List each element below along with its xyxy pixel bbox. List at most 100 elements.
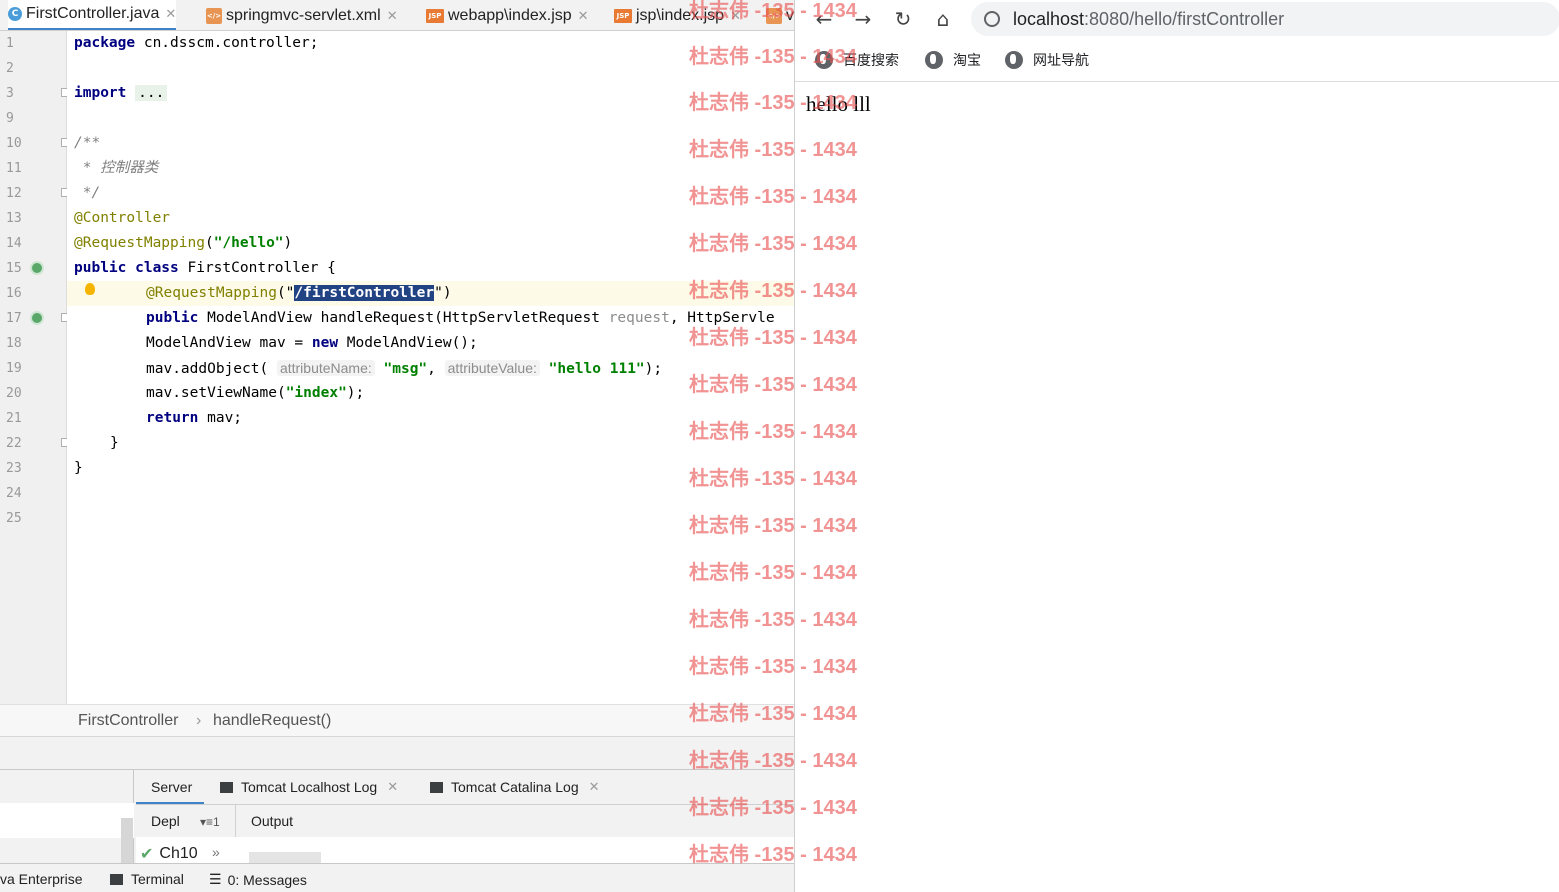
browser-toolbar: ← → ↻ ⌂ localhost:8080/hello/firstContro… (795, 0, 1559, 40)
reload-icon[interactable]: ↻ (890, 7, 916, 33)
tab-tomcat-catalina-log[interactable]: Tomcat Catalina Log ✕ (430, 779, 600, 795)
services-tree-pane (0, 770, 134, 864)
lightbulb-icon[interactable] (85, 283, 95, 295)
breadcrumb-class[interactable]: FirstController (78, 712, 178, 730)
tab-jsp-index-jsp[interactable]: JSP jsp\index.jsp ✕ (614, 0, 741, 30)
artifact-item[interactable]: ✔ Ch10 (140, 844, 198, 864)
tab-label: FirstController.java (26, 5, 160, 22)
tab-tomcat-localhost-log[interactable]: Tomcat Localhost Log ✕ (220, 779, 398, 795)
site-info-icon[interactable] (984, 11, 1000, 27)
code-editor[interactable]: package cn.dsscm.controller; import ... … (67, 31, 794, 704)
code-line-17: public ModelAndView handleRequest(HttpSe… (146, 310, 775, 326)
terminal-tool[interactable]: Terminal (110, 871, 184, 887)
ide-window: C FirstController.java ✕ </> springmvc-s… (0, 0, 794, 892)
line-number: 2 (6, 61, 14, 76)
code-line-21: return mav; (146, 410, 243, 426)
tab-springmvc-servlet-xml[interactable]: </> springmvc-servlet.xml ✕ (206, 0, 398, 30)
output-row (136, 837, 794, 864)
scrollbar[interactable] (121, 818, 133, 864)
tab-label: springmvc-servlet.xml (226, 6, 381, 24)
address-bar[interactable]: localhost:8080/hello/firstController (971, 2, 1559, 36)
back-icon[interactable]: ← (811, 7, 837, 33)
tab-webapp-index-jsp[interactable]: JSP webapp\index.jsp ✕ (426, 0, 589, 30)
close-icon[interactable]: ✕ (578, 8, 589, 24)
globe-icon (815, 51, 833, 69)
line-number: 19 (6, 361, 22, 376)
expand-more-icon[interactable]: » (212, 844, 220, 860)
code-line-19: mav.addObject( attributeName: "msg", att… (146, 360, 663, 377)
globe-icon (1005, 51, 1023, 69)
xml-file-icon: </> (206, 7, 222, 24)
line-number: 16 (6, 286, 22, 301)
tab-label: v (786, 6, 794, 24)
code-line-3: import ... (74, 81, 168, 106)
close-icon[interactable]: ✕ (589, 779, 600, 795)
chevron-right-icon: › (196, 712, 202, 729)
breadcrumb-method[interactable]: handleRequest() (213, 712, 331, 730)
code-line-18: ModelAndView mav = new ModelAndView(); (146, 335, 478, 351)
code-line-10: /** (74, 135, 101, 151)
bookmark-nav[interactable]: 网址导航 (1005, 50, 1089, 70)
editor-gutter: 1 2 3 9 10 11 12 13 14 15 16 17 18 19 20… (0, 31, 70, 704)
line-number: 18 (6, 336, 22, 351)
selected-text: /firstController (294, 285, 435, 301)
folded-imports[interactable]: ... (135, 85, 168, 101)
code-line-14: @RequestMapping("/hello") (74, 235, 293, 251)
line-number: 13 (6, 211, 22, 226)
bookmark-baidu[interactable]: 百度搜索 (815, 50, 899, 70)
jsp-file-icon: JSP (614, 8, 632, 23)
close-icon[interactable]: ✕ (730, 8, 741, 24)
tool-window-bar: va Enterprise Terminal ☰ 0: Messages (0, 863, 794, 892)
xml-file-icon: </> (766, 7, 782, 24)
code-line-13: @Controller (74, 210, 171, 226)
bookmark-taobao[interactable]: 淘宝 (925, 50, 981, 70)
messages-icon: ☰ (209, 871, 222, 887)
close-icon[interactable]: ✕ (165, 6, 176, 22)
url-text[interactable]: localhost:8080/hello/firstController (1013, 9, 1284, 30)
home-icon[interactable]: ⌂ (930, 7, 956, 33)
java-enterprise-tool[interactable]: va Enterprise (0, 871, 82, 887)
line-number: 24 (6, 486, 22, 501)
line-number: 1 (6, 36, 14, 51)
console-icon (220, 781, 233, 793)
line-number: 3 (6, 86, 14, 101)
code-line-12: */ (74, 185, 101, 201)
spring-bean-icon[interactable] (30, 311, 44, 325)
line-number: 11 (6, 161, 22, 176)
code-line-1: package cn.dsscm.controller; (74, 35, 319, 51)
forward-icon[interactable]: → (850, 7, 876, 33)
tab-overflow[interactable]: </> v (766, 0, 794, 30)
output-header: Output (251, 813, 294, 829)
code-line-11: * 控制器类 (74, 160, 159, 176)
browser-window: ← → ↻ ⌂ localhost:8080/hello/firstContro… (794, 0, 1559, 892)
tree-row[interactable] (0, 803, 134, 838)
messages-tool[interactable]: ☰ 0: Messages (209, 871, 307, 888)
line-number: 25 (6, 511, 22, 526)
java-class-icon: C (8, 7, 22, 21)
editor-bottom-gap (0, 736, 794, 769)
code-line-15: public class FirstController { (74, 260, 336, 276)
editor-tab-bar: C FirstController.java ✕ </> springmvc-s… (0, 0, 794, 31)
jsp-file-icon: JSP (426, 8, 444, 23)
close-icon[interactable]: ✕ (387, 779, 398, 795)
line-number: 23 (6, 461, 22, 476)
tab-label: jsp\index.jsp (636, 6, 725, 24)
tab-server[interactable]: Server (151, 779, 192, 795)
param-hint: attributeValue: (444, 360, 540, 376)
line-number: 14 (6, 236, 22, 251)
tab-firstcontroller-java[interactable]: C FirstController.java ✕ (8, 0, 177, 30)
line-number: 9 (6, 111, 14, 126)
sort-menu-icon[interactable]: ▾≡1 (200, 815, 220, 829)
code-line-16: @RequestMapping("/firstController") (146, 285, 452, 301)
code-line-20: mav.setViewName("index"); (146, 385, 365, 401)
spring-bean-icon[interactable] (30, 261, 44, 275)
terminal-icon (110, 873, 123, 885)
code-line-22: } (110, 435, 119, 451)
services-panel: Server Tomcat Localhost Log ✕ Tomcat Cata… (0, 769, 794, 864)
line-number: 12 (6, 186, 22, 201)
close-icon[interactable]: ✕ (387, 8, 398, 24)
param-hint: attributeName: (276, 360, 375, 376)
console-icon (430, 781, 443, 793)
deployment-header[interactable]: Depl (151, 813, 180, 829)
line-number: 20 (6, 386, 22, 401)
